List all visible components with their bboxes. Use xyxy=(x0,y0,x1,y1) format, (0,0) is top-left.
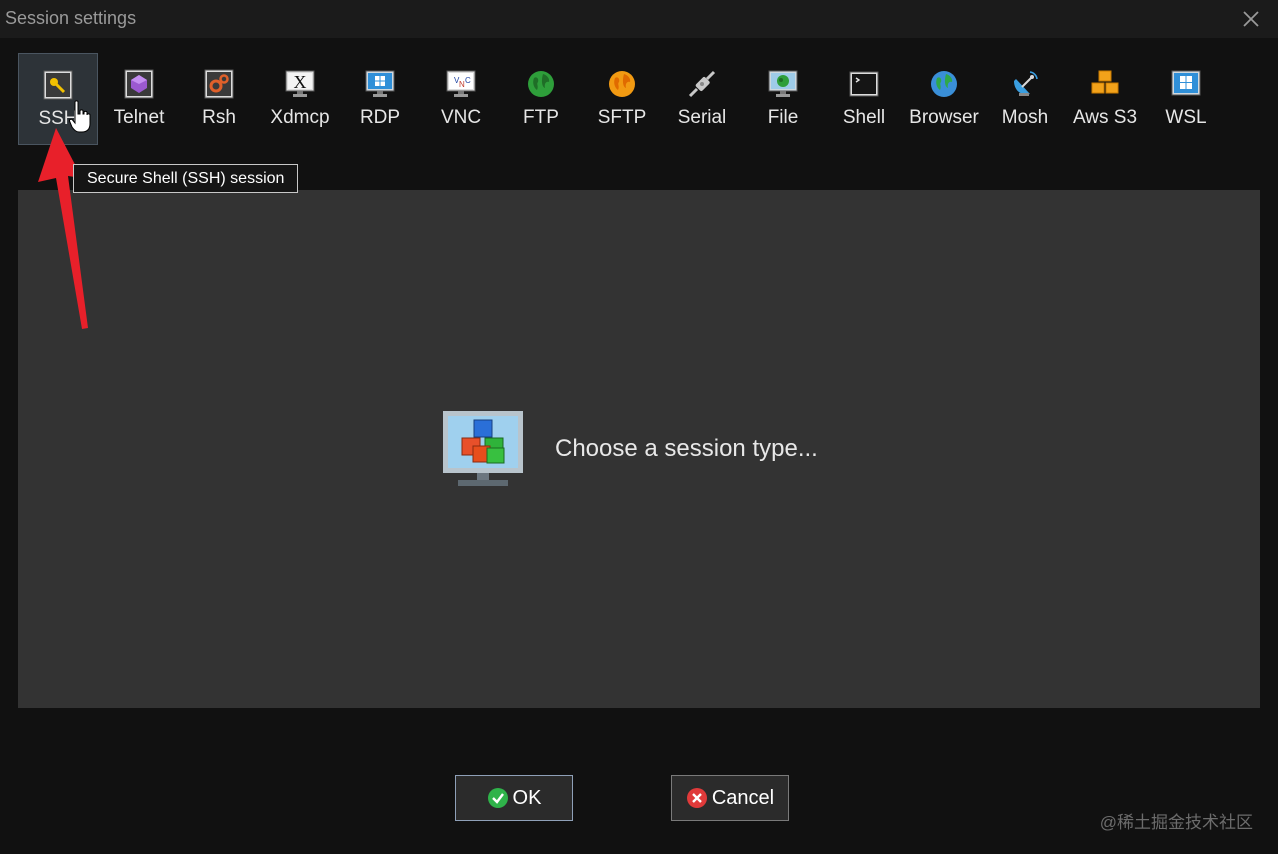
window-title: Session settings xyxy=(5,8,137,28)
cancel-button-label: Cancel xyxy=(711,786,775,809)
session-type-label: Xdmcp xyxy=(270,107,330,128)
session-type-vnc[interactable]: V N C VNC xyxy=(421,53,501,145)
shell-terminal-icon xyxy=(849,71,879,97)
session-type-label: Aws S3 xyxy=(1072,107,1138,128)
session-type-telnet[interactable]: Telnet xyxy=(99,53,179,145)
sftp-globe-icon xyxy=(609,71,635,97)
session-type-label: Serial xyxy=(677,107,727,128)
session-type-ssh[interactable]: SSH xyxy=(18,53,98,145)
session-type-file[interactable]: File xyxy=(743,53,823,145)
session-type-label: VNC xyxy=(440,107,482,128)
telnet-icon xyxy=(124,69,154,99)
rsh-icon xyxy=(204,69,234,99)
session-cubes-monitor-icon xyxy=(443,411,523,486)
session-type-label: RDP xyxy=(359,107,401,128)
close-icon xyxy=(1243,11,1259,27)
watermark: @稀土掘金技术社区 xyxy=(1099,813,1253,832)
session-type-shell[interactable]: Shell xyxy=(824,53,904,145)
cancel-button[interactable]: Cancel xyxy=(671,775,789,821)
close-button[interactable] xyxy=(1238,6,1264,32)
aws-s3-cubes-icon xyxy=(1091,70,1119,94)
session-type-aws-s3[interactable]: Aws S3 xyxy=(1065,53,1145,145)
session-type-label: Telnet xyxy=(113,107,165,128)
session-type-label: File xyxy=(767,107,799,128)
session-type-label: FTP xyxy=(523,107,559,128)
session-type-label: Mosh xyxy=(1001,107,1049,128)
session-type-xdmcp[interactable]: X Xdmcp xyxy=(260,53,340,145)
session-type-label: Shell xyxy=(842,107,886,128)
choose-session-type-text: Choose a session type... xyxy=(555,435,818,462)
session-type-sftp[interactable]: SFTP xyxy=(582,53,662,145)
xdmcp-icon: X xyxy=(285,70,315,97)
ftp-globe-icon xyxy=(528,71,554,97)
cancel-circle-icon xyxy=(686,788,707,808)
check-circle-icon xyxy=(487,788,508,808)
session-type-label: SFTP xyxy=(597,107,647,128)
title-bar: Session settings xyxy=(0,0,1278,38)
wsl-windows-icon xyxy=(1171,70,1201,96)
hand-cursor-icon xyxy=(69,100,91,133)
mosh-satellite-icon xyxy=(1014,71,1038,96)
vnc-icon: V N C xyxy=(446,70,476,97)
ssh-tooltip: Secure Shell (SSH) session xyxy=(73,164,299,193)
key-icon xyxy=(43,70,73,100)
session-type-ftp[interactable]: FTP xyxy=(501,53,581,145)
ok-button-label: OK xyxy=(512,786,542,809)
session-type-label: Browser xyxy=(909,107,979,128)
session-type-serial[interactable]: Serial xyxy=(662,53,742,145)
session-type-rdp[interactable]: RDP xyxy=(340,53,420,145)
session-settings-window: Session settings SSH Telnet Rsh X Xdmcp … xyxy=(0,0,1278,854)
session-type-browser[interactable]: Browser xyxy=(904,53,984,145)
session-type-mosh[interactable]: Mosh xyxy=(985,53,1065,145)
browser-globe-icon xyxy=(931,71,957,97)
session-type-wsl[interactable]: WSL xyxy=(1146,53,1226,145)
serial-plug-icon xyxy=(688,70,716,98)
session-type-rsh[interactable]: Rsh xyxy=(179,53,259,145)
rdp-icon xyxy=(365,70,395,97)
session-settings-panel: Choose a session type... xyxy=(18,190,1260,708)
ok-button[interactable]: OK xyxy=(455,775,573,821)
session-type-label: Rsh xyxy=(202,107,236,128)
session-type-label: WSL xyxy=(1165,107,1207,128)
file-monitor-icon xyxy=(768,70,798,97)
svg-text:C: C xyxy=(465,76,471,85)
svg-text:X: X xyxy=(294,72,307,92)
